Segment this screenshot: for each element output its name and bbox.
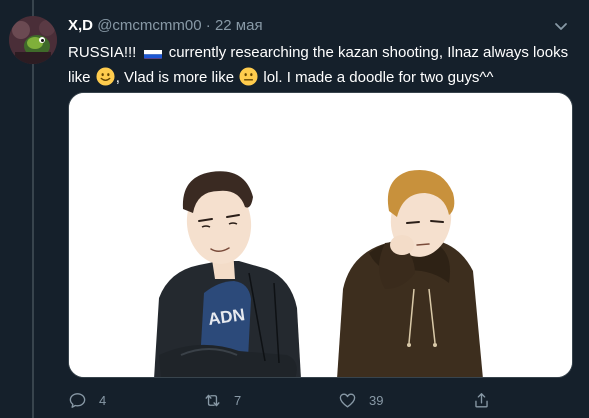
retweet-count: 7 xyxy=(234,392,242,408)
media-image[interactable]: ADN xyxy=(68,92,573,378)
reply-button[interactable]: 4 xyxy=(68,388,106,412)
doodle-illustration: ADN xyxy=(69,93,572,377)
separator-dot: · xyxy=(205,17,211,34)
share-button[interactable] xyxy=(472,388,491,412)
share-icon xyxy=(475,392,488,408)
russia-flag-icon xyxy=(143,46,162,59)
user-handle[interactable]: @cmcmcmm00 xyxy=(97,17,201,34)
like-count: 39 xyxy=(369,392,384,408)
neutral-face-icon xyxy=(239,67,258,86)
slightly-smiling-face-icon xyxy=(96,67,115,86)
like-button[interactable]: 39 xyxy=(338,388,383,412)
right-figure-hand xyxy=(390,235,414,255)
display-name[interactable]: X,D xyxy=(68,17,93,34)
more-options-button[interactable] xyxy=(551,16,571,36)
reply-icon xyxy=(69,392,86,408)
tweet-text-part-4: lol. I made a doodle for two guys^^ xyxy=(263,69,494,86)
retweet-button[interactable]: 7 xyxy=(203,388,241,412)
retweet-icon xyxy=(205,394,220,406)
reply-count: 4 xyxy=(99,392,107,408)
chevron-down-icon xyxy=(555,23,567,30)
avatar-image xyxy=(9,16,57,64)
tweet-header: X,D @cmcmcmm00 · 22 мая xyxy=(68,17,263,35)
heart-icon xyxy=(339,392,356,408)
avatar[interactable] xyxy=(9,16,57,64)
tweet-text-part-3: , Vlad is more like xyxy=(115,69,235,86)
tweet-text: RUSSIA!!! currently researching the kaza… xyxy=(68,40,573,90)
tweet-date[interactable]: 22 мая xyxy=(215,17,263,34)
action-bar: 4 7 39 xyxy=(68,388,573,412)
tweet-text-part-1: RUSSIA!!! xyxy=(68,44,137,61)
